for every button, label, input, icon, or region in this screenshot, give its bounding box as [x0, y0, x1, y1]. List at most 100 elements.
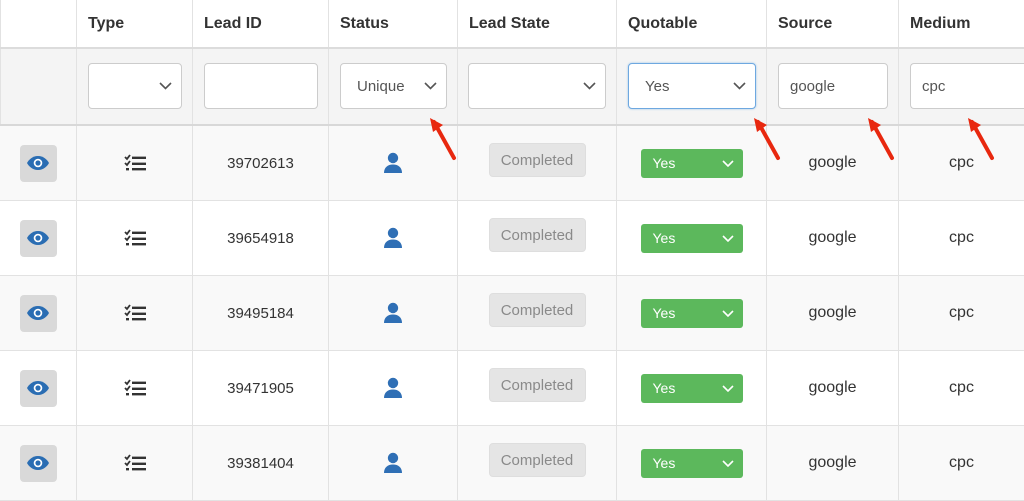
quotable-cell: Yes: [617, 426, 767, 500]
lead-state-cell: Completed: [458, 201, 617, 275]
view-button[interactable]: [19, 369, 57, 407]
lead-id[interactable]: 39381404: [227, 455, 294, 472]
medium-value: cpc: [949, 454, 974, 471]
medium-filter-input[interactable]: cpc: [910, 63, 1024, 109]
source-cell: google: [767, 201, 899, 275]
eye-icon: [27, 156, 49, 170]
checklist-icon: [123, 379, 146, 396]
lead-state-badge: Completed: [488, 443, 586, 477]
user-icon: [384, 452, 402, 473]
chevron-down-icon: [733, 64, 746, 108]
header-medium[interactable]: Medium: [899, 0, 1024, 47]
leads-table: Type Lead ID Status Lead State Quotable …: [0, 0, 1024, 501]
medium-value: cpc: [949, 304, 974, 321]
status-filter-select[interactable]: Unique: [340, 63, 447, 109]
lead-state-cell: Completed: [458, 276, 617, 350]
type-cell: [77, 276, 193, 350]
chevron-down-icon: [721, 234, 734, 242]
quotable-value: Yes: [652, 380, 676, 396]
table-row: 39495184 Completed Yes google cpc: [0, 276, 1024, 351]
status-filter-value: Unique: [357, 78, 405, 95]
lead-id-filter-input[interactable]: [204, 63, 318, 109]
view-cell: [0, 126, 77, 200]
type-cell: [77, 426, 193, 500]
source-cell: google: [767, 276, 899, 350]
lead-id-cell: 39495184: [193, 276, 329, 350]
header-status[interactable]: Status: [329, 0, 458, 47]
quotable-select[interactable]: Yes: [640, 223, 743, 253]
source-value: google: [808, 304, 857, 321]
lead-id-cell: 39381404: [193, 426, 329, 500]
red-arrow-icon: [430, 118, 456, 160]
medium-cell: cpc: [899, 426, 1024, 500]
quotable-cell: Yes: [617, 201, 767, 275]
checklist-icon: [123, 154, 146, 171]
header-quotable[interactable]: Quotable: [617, 0, 767, 47]
lead-id[interactable]: 39654918: [227, 230, 294, 247]
status-cell: [329, 351, 458, 425]
lead-state-cell: Completed: [458, 126, 617, 200]
checklist-icon: [123, 229, 146, 246]
lead-id[interactable]: 39495184: [227, 305, 294, 322]
source-value: google: [808, 154, 857, 171]
checklist-icon: [123, 304, 146, 321]
header-actions: [0, 0, 77, 47]
type-filter-select[interactable]: [88, 63, 182, 109]
type-cell: [77, 201, 193, 275]
eye-icon: [27, 231, 49, 245]
quotable-select[interactable]: Yes: [640, 298, 743, 328]
filter-medium-cell: cpc: [899, 49, 1024, 124]
lead-id[interactable]: 39702613: [227, 155, 294, 172]
source-cell: google: [767, 426, 899, 500]
lead-id-cell: 39702613: [193, 126, 329, 200]
eye-icon: [27, 381, 49, 395]
status-cell: [329, 426, 458, 500]
lead-state-badge: Completed: [488, 218, 586, 252]
filter-type-cell: [77, 49, 193, 124]
quotable-select[interactable]: Yes: [640, 148, 743, 178]
medium-cell: cpc: [899, 351, 1024, 425]
source-filter-input[interactable]: google: [778, 63, 888, 109]
type-cell: [77, 351, 193, 425]
quotable-cell: Yes: [617, 126, 767, 200]
view-button[interactable]: [19, 219, 57, 257]
source-value: google: [808, 229, 857, 246]
lead-state-badge: Completed: [488, 293, 586, 327]
chevron-down-icon: [424, 64, 437, 108]
quotable-filter-select[interactable]: Yes: [628, 63, 756, 109]
lead-state-filter-select[interactable]: [468, 63, 606, 109]
view-cell: [0, 201, 77, 275]
red-arrow-icon: [968, 118, 994, 160]
user-icon: [384, 302, 402, 323]
medium-cell: cpc: [899, 276, 1024, 350]
filter-row: Unique Yes google cpc: [0, 49, 1024, 126]
view-button[interactable]: [19, 144, 57, 182]
quotable-value: Yes: [652, 230, 676, 246]
lead-id-cell: 39471905: [193, 351, 329, 425]
medium-filter-value: cpc: [922, 78, 946, 95]
source-cell: google: [767, 351, 899, 425]
status-cell: [329, 201, 458, 275]
quotable-select[interactable]: Yes: [640, 373, 743, 403]
lead-state-badge: Completed: [488, 143, 586, 177]
header-type[interactable]: Type: [77, 0, 193, 47]
filter-source-cell: google: [767, 49, 899, 124]
lead-id[interactable]: 39471905: [227, 380, 294, 397]
header-lead-state[interactable]: Lead State: [458, 0, 617, 47]
table-row: 39471905 Completed Yes google cpc: [0, 351, 1024, 426]
chevron-down-icon: [583, 64, 596, 108]
source-value: google: [808, 379, 857, 396]
view-button[interactable]: [19, 294, 57, 332]
header-lead-id[interactable]: Lead ID: [193, 0, 329, 47]
red-arrow-icon: [754, 118, 780, 160]
quotable-filter-value: Yes: [645, 78, 670, 95]
header-source[interactable]: Source: [767, 0, 899, 47]
user-icon: [384, 227, 402, 248]
quotable-select[interactable]: Yes: [640, 448, 743, 478]
view-button[interactable]: [19, 444, 57, 482]
medium-value: cpc: [949, 379, 974, 396]
lead-state-cell: Completed: [458, 426, 617, 500]
chevron-down-icon: [159, 64, 172, 108]
medium-cell: cpc: [899, 126, 1024, 200]
quotable-cell: Yes: [617, 351, 767, 425]
